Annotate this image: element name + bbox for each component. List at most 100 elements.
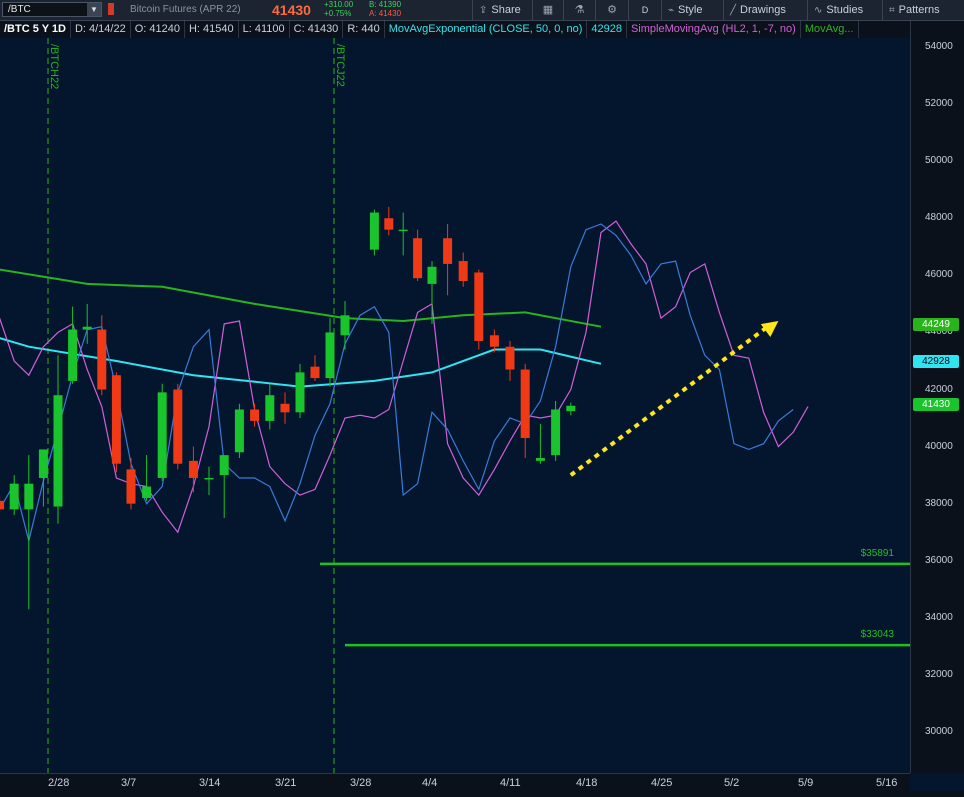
date-tick: 3/7 <box>121 777 137 789</box>
sma-study-label[interactable]: SimpleMovingAvg (HL2, 1, -7, no) <box>627 21 801 38</box>
candle-body <box>9 483 19 510</box>
price-tick: 34000 <box>925 611 953 623</box>
chart-period[interactable]: /BTC 5 Y 1D <box>0 21 71 38</box>
movavg-study-label[interactable]: MovAvg... <box>801 21 859 38</box>
patterns-label: Patterns <box>898 4 940 16</box>
last-price: 41430 <box>272 2 311 18</box>
date-tick: 4/4 <box>422 777 438 789</box>
flask-button[interactable]: ⚗ <box>563 0 595 20</box>
candle <box>551 400 561 461</box>
candle-body <box>427 266 437 284</box>
date-tick: 2/28 <box>48 777 70 789</box>
grid-icon: ▦ <box>542 4 554 16</box>
candle-body <box>38 449 48 478</box>
gear-icon: ⚙ <box>607 4 617 16</box>
price-badge: 41430 <box>913 398 959 411</box>
toolbar: /BTC ▼ Bitcoin Futures (APR 22) 41430 +3… <box>0 0 964 21</box>
price-tick: 42000 <box>925 383 953 395</box>
bar-date: D: 4/14/22 <box>71 21 131 38</box>
drawings-button[interactable]: ╱ Drawings <box>723 0 807 20</box>
candle <box>369 209 379 256</box>
candle-body <box>204 477 214 480</box>
candle-body <box>535 458 545 461</box>
price-axis[interactable]: 54000 52000 50000 48000 46000 44000 42000 40000… <box>910 21 964 773</box>
candle-body <box>566 405 576 412</box>
candle-body <box>68 329 78 381</box>
candle-body <box>97 329 107 390</box>
bid: B: 41390 <box>369 0 402 9</box>
settings-button[interactable]: ⚙ <box>595 0 628 20</box>
dropdown-icon[interactable]: ▼ <box>87 3 101 16</box>
price-chart[interactable]: /BTCH22/BTCJ22 $35891 $33043 <box>0 38 910 773</box>
status-strip <box>0 791 964 797</box>
time-axis[interactable]: 2/28 3/7 3/14 3/21 3/28 4/4 4/11 4/18 4/25 5/2 5/9… <box>0 773 910 792</box>
candle-body <box>458 261 468 282</box>
candle-body <box>443 238 453 264</box>
bar-high: H: 41540 <box>185 21 239 38</box>
style-label: Style <box>678 4 703 16</box>
symbol-selector[interactable]: /BTC ▼ <box>2 2 102 17</box>
support-label: $33043 <box>861 629 895 640</box>
bar-open: O: 41240 <box>131 21 185 38</box>
price-tick: 40000 <box>925 440 953 452</box>
candle-body <box>505 346 515 370</box>
bar-close: C: 41430 <box>290 21 344 38</box>
candle-body <box>53 395 63 507</box>
share-button[interactable]: ⇪ Share <box>472 0 532 20</box>
candle-body <box>520 369 530 439</box>
candle-body <box>142 486 152 498</box>
grid-button[interactable]: ▦ <box>532 0 563 20</box>
candle-body <box>234 409 244 453</box>
chart-info-bar: /BTC 5 Y 1D D: 4/14/22 O: 41240 H: 41540 L: … <box>0 21 910 38</box>
candle-body <box>551 409 561 456</box>
ema-study-value: 42928 <box>587 21 627 38</box>
candle-body <box>0 500 5 510</box>
price-tick: 52000 <box>925 98 953 110</box>
date-tick: 3/28 <box>350 777 372 789</box>
price-tick: 30000 <box>925 726 953 737</box>
period-label: D <box>641 5 649 15</box>
bar-low: L: 41100 <box>239 21 290 38</box>
price-tick: 32000 <box>925 668 953 680</box>
style-icon: ⌁ <box>668 5 675 16</box>
candle-body <box>265 395 275 421</box>
candle-body <box>173 389 183 464</box>
candle-body <box>111 375 121 464</box>
candle-body <box>340 315 350 336</box>
candle-body <box>280 403 290 413</box>
flask-icon: ⚗ <box>574 4 585 16</box>
price-change: +310.00 +0.75% <box>324 0 353 18</box>
candle-body <box>188 460 198 478</box>
share-label: Share <box>491 4 521 16</box>
share-icon: ⇪ <box>479 5 488 16</box>
support-label: $35891 <box>861 548 895 559</box>
studies-icon: ∿ <box>814 5 823 16</box>
candle <box>474 269 484 350</box>
period-button[interactable]: D <box>628 0 661 20</box>
candle-body <box>310 366 320 379</box>
candle-body <box>398 229 408 232</box>
price-tick: 38000 <box>925 497 953 509</box>
candle-body <box>82 326 92 330</box>
candle-body <box>369 212 379 250</box>
bar-range: R: 440 <box>343 21 385 38</box>
change-pct: +0.75% <box>324 9 352 18</box>
price-tick: 36000 <box>925 554 953 566</box>
drawings-icon: ╱ <box>730 5 737 16</box>
candle-body <box>250 409 260 421</box>
patterns-button[interactable]: ⌗ Patterns <box>882 0 964 20</box>
contract-roll-label: /BTCH22 <box>48 44 60 89</box>
studies-button[interactable]: ∿ Studies <box>807 0 882 20</box>
price-tick: 48000 <box>925 212 953 224</box>
style-button[interactable]: ⌁ Style <box>661 0 723 20</box>
contract-roll-label: /BTCJ22 <box>334 44 346 87</box>
candle <box>157 383 167 481</box>
chart-background <box>0 38 910 773</box>
candle-body <box>325 332 335 379</box>
date-tick: 4/18 <box>576 777 598 789</box>
flag-icon[interactable] <box>108 3 114 15</box>
price-tick: 54000 <box>925 41 953 52</box>
candle <box>111 372 121 473</box>
ema-study-label[interactable]: MovAvgExponential (CLOSE, 50, 0, no) <box>385 21 588 38</box>
patterns-icon: ⌗ <box>889 5 895 16</box>
